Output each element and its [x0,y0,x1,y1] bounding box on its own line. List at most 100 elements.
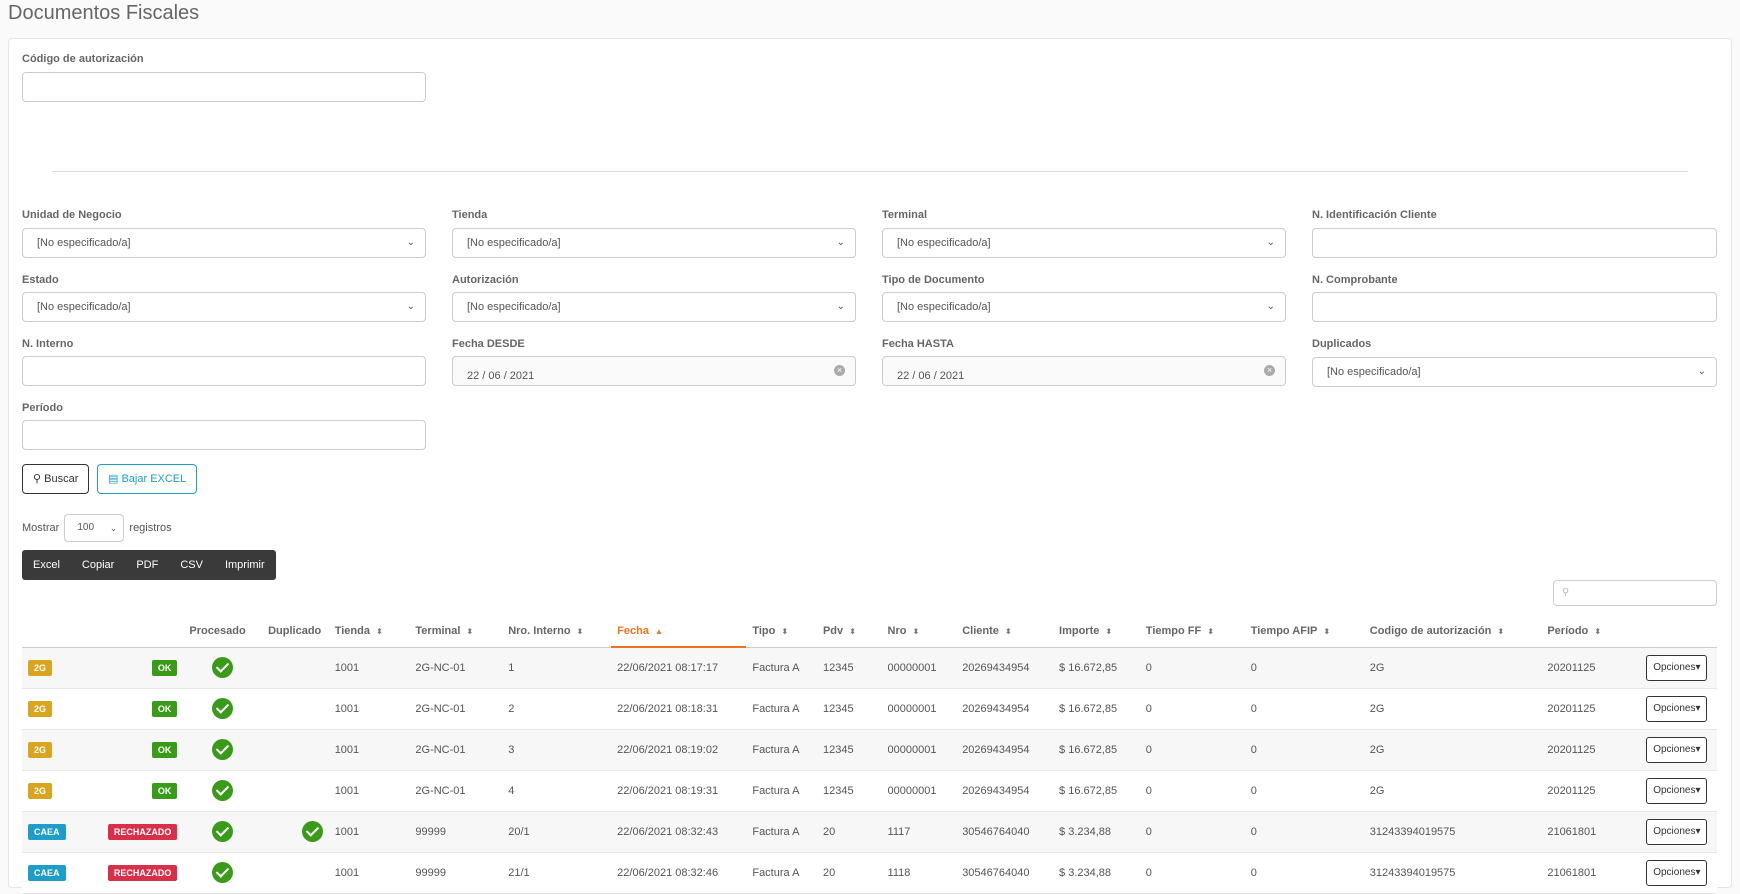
download-excel-button[interactable]: ▤ Bajar EXCEL [97,464,198,494]
column-header-label: Nro [887,624,907,637]
status-badge: RECHAZADO [107,864,178,881]
column-header[interactable]: Nro ⬍ [881,615,957,648]
export-excel-button[interactable]: Excel [22,550,71,580]
table-row[interactable]: CAEA RECHAZADO 1001 99999 20/1 22/06/2021 08:… [22,811,1717,853]
options-dropdown-button[interactable]: Opciones▾ [1646,818,1708,845]
options-dropdown-button[interactable]: Opciones▾ [1646,695,1708,722]
column-header[interactable]: Terminal ⬍ [409,615,503,648]
periodo-input[interactable] [22,420,426,450]
options-dropdown-button[interactable]: Opciones▾ [1646,859,1708,886]
column-header[interactable]: Tiempo FF ⬍ [1139,615,1245,648]
table-cell [183,770,263,812]
export-print-button[interactable]: Imprimir [214,550,276,580]
status-badge: RECHAZADO [107,823,178,840]
auth-code-label: Código de autorización [22,53,144,65]
estado-select[interactable]: [No especificado/a] ⌄ [22,292,426,322]
duplicados-value: [No especificado/a] [1327,366,1421,378]
status-badge: OK [151,741,178,758]
terminal-select[interactable]: [No especificado/a] ⌄ [882,228,1286,258]
fecha-hasta-input[interactable]: 22 / 06 / 2021 × [882,356,1286,386]
terminal-label: Terminal [882,209,928,221]
export-csv-button[interactable]: CSV [169,550,214,580]
table-cell: 00000001 [881,729,957,771]
table-cell: 20269434954 [956,770,1054,812]
check-circle-icon [212,821,234,842]
options-dropdown-button[interactable]: Opciones▾ [1646,736,1708,763]
column-header[interactable]: Importe ⬍ [1053,615,1140,648]
table-row[interactable]: 2G OK 1001 2G-NC-01 3 22/06/2021 08:19:02 Fact… [22,729,1717,771]
column-header-label: Fecha [617,624,649,637]
table-cell: 22/06/2021 08:18:31 [611,688,747,730]
table-cell [262,770,329,812]
column-header[interactable]: Nro. Interno ⬍ [502,615,612,648]
tipo-doc-select[interactable]: [No especificado/a] ⌄ [882,292,1286,322]
estado-label: Estado [22,274,59,286]
table-cell: 30546764040 [956,852,1054,894]
table-row[interactable]: 2G OK 1001 2G-NC-01 1 22/06/2021 08:17:17 Fact… [22,647,1717,689]
table-row[interactable]: 2G OK 1001 2G-NC-01 4 22/06/2021 08:19:31 Fact… [22,770,1717,812]
table-cell: 0 [1139,688,1245,730]
chevron-down-icon: ⌄ [1266,301,1275,312]
table-cell: 20201125 [1541,688,1641,730]
clear-icon[interactable]: × [1264,365,1275,376]
search-button[interactable]: ⚲ Buscar [22,464,90,494]
autorizacion-select[interactable]: [No especificado/a] ⌄ [452,292,856,322]
type-badge: 2G [28,700,53,717]
table-cell: 31243394019575 [1363,811,1542,853]
divider [52,171,1688,172]
n-interno-input[interactable] [22,356,426,386]
column-header[interactable]: Codigo de autorización ⬍ [1363,615,1542,648]
table-cell: 2G-NC-01 [409,647,503,689]
export-copy-button[interactable]: Copiar [71,550,125,580]
table-cell: 2G [1363,770,1542,812]
duplicados-select[interactable]: [No especificado/a] ⌄ [1312,357,1717,387]
options-dropdown-button[interactable]: Opciones▾ [1646,777,1708,804]
table-row[interactable]: CAEA RECHAZADO 1001 99999 21/1 22/06/2021 08:… [22,852,1717,894]
status-badge: OK [151,782,178,799]
length-select[interactable]: 100 ⌄ [64,514,125,543]
sort-icon: ⬍ [1207,626,1214,636]
auth-code-input[interactable] [22,72,426,102]
column-header[interactable]: Tipo ⬍ [746,615,817,648]
chevron-down-icon: ⌄ [836,237,845,248]
options-dropdown-button[interactable]: Opciones▾ [1646,654,1708,681]
clear-icon[interactable]: × [834,365,845,376]
chevron-down-icon: ⌄ [836,301,845,312]
table-cell: 1001 [328,811,410,853]
chevron-down-icon: ⌄ [406,301,415,312]
n-comprobante-input[interactable] [1312,292,1717,322]
column-header[interactable]: Tienda ⬍ [328,615,410,648]
check-circle-icon [212,780,234,801]
export-pdf-button[interactable]: PDF [125,550,169,580]
table-cell: Factura A [746,811,817,853]
unidad-select[interactable]: [No especificado/a] ⌄ [22,228,426,258]
column-header[interactable]: Fecha ▲ [611,615,747,648]
table-cell: Opciones▾ [1640,729,1717,771]
table-cell: Factura A [746,770,817,812]
table-cell: RECHAZADO [92,811,184,853]
table-cell: 22/06/2021 08:19:31 [611,770,747,812]
documents-table: Procesado Duplicado Tienda ⬍ Terminal ⬍ Nro. I… [22,615,1717,894]
column-header-label: Tiempo AFIP [1250,624,1318,637]
table-cell: $ 16.672,85 [1053,688,1140,730]
column-header[interactable]: Tiempo AFIP ⬍ [1244,615,1364,648]
tienda-select[interactable]: [No especificado/a] ⌄ [452,228,856,258]
column-header-label: Codigo de autorización [1369,624,1492,637]
table-cell: 2G [22,770,93,812]
column-header[interactable]: Pdv ⬍ [816,615,882,648]
table-cell: OK [92,647,184,689]
table-cell: Factura A [746,647,817,689]
table-row[interactable]: 2G OK 1001 2G-NC-01 2 22/06/2021 08:18:31 Fact… [22,688,1717,730]
sort-icon: ⬍ [466,626,474,636]
column-header[interactable]: Período ⬍ [1541,615,1641,648]
check-circle-icon [212,657,234,678]
fecha-desde-input[interactable]: 22 / 06 / 2021 × [452,356,856,386]
table-search-input[interactable]: ⚲ [1553,580,1717,606]
table-body: 2G OK 1001 2G-NC-01 1 22/06/2021 08:17:17 Fact… [22,647,1717,894]
column-header-label: Tipo [752,624,776,637]
n-ident-cliente-input[interactable] [1312,228,1717,258]
sort-icon: ⬍ [912,626,920,636]
column-header[interactable]: Cliente ⬍ [956,615,1054,648]
caret-down-icon: ▾ [1695,784,1701,796]
chevron-down-icon: ⌄ [1697,366,1706,377]
